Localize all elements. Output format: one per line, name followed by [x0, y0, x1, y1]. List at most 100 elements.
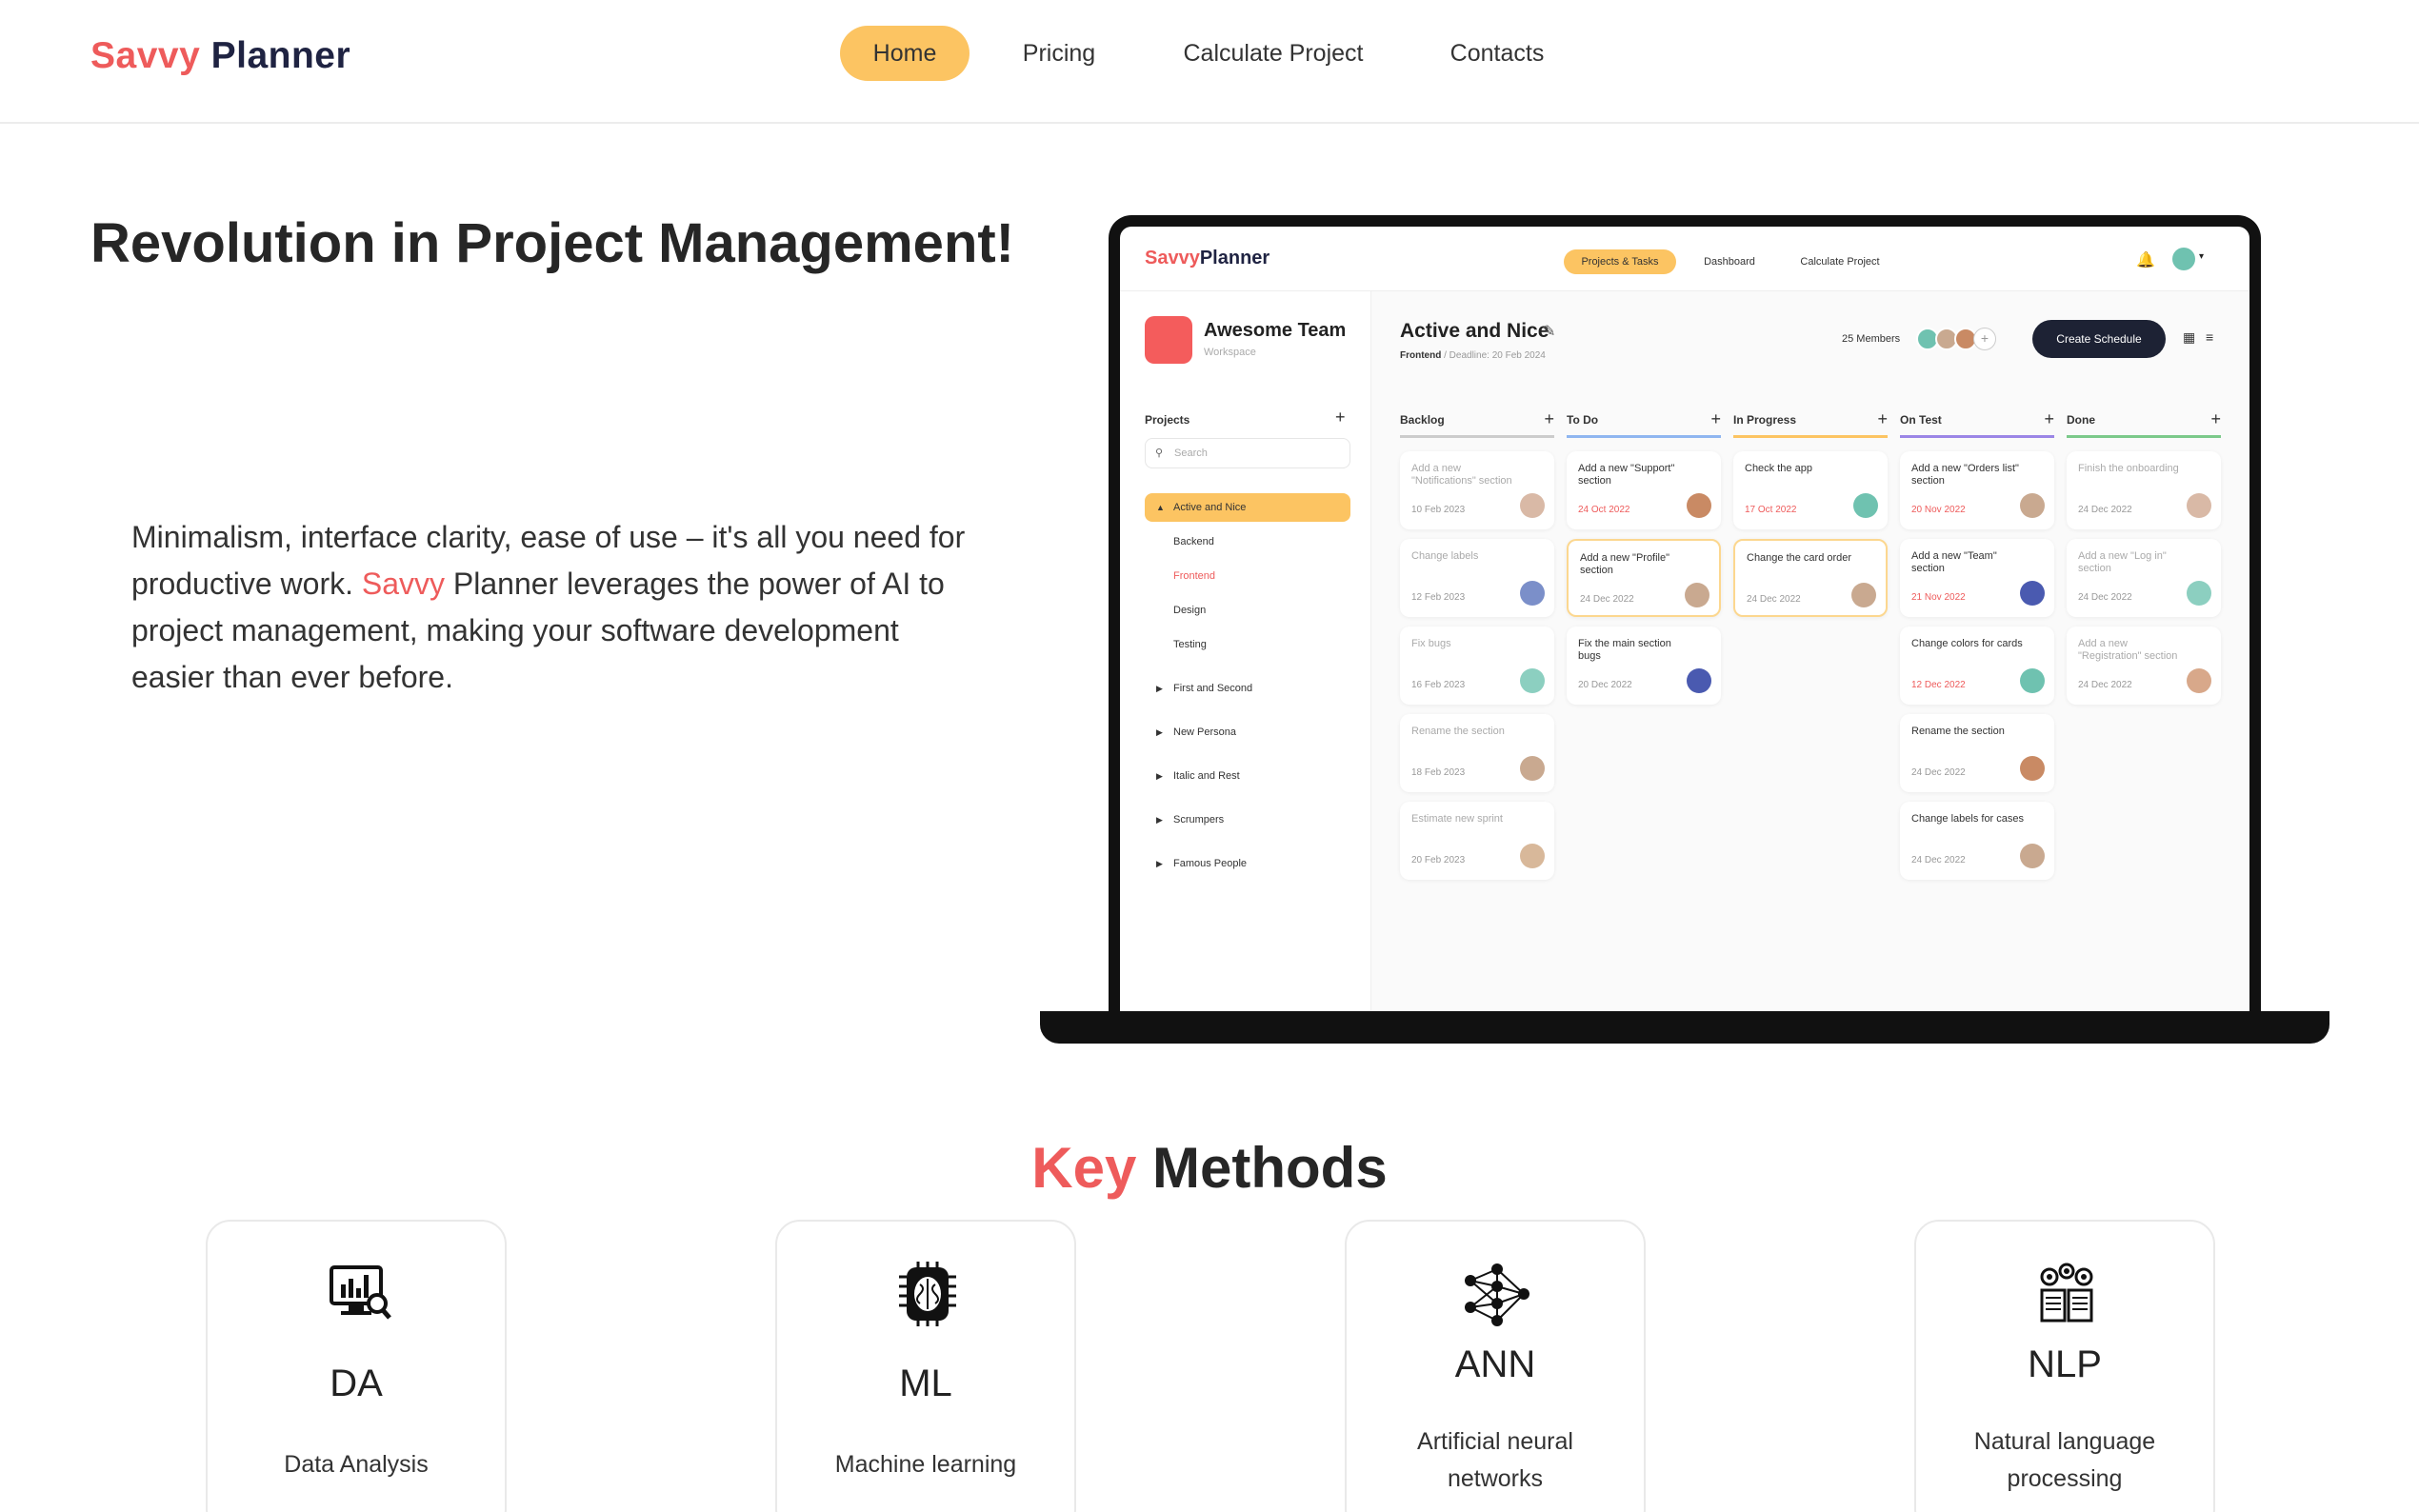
sidebar-item-italic-and-rest[interactable]: ▶ Italic and Rest	[1145, 762, 1350, 790]
task-title: Check the app	[1745, 463, 1812, 474]
board-title: Active and Nice	[1400, 320, 1549, 342]
method-card-ml[interactable]: ML Machine learning	[775, 1220, 1076, 1512]
pencil-icon[interactable]: ✎	[1543, 322, 1555, 341]
sidebar-search-input[interactable]: ⚲ Search	[1145, 438, 1350, 468]
assignee-avatar	[1685, 583, 1709, 607]
task-date: 20 Dec 2022	[1578, 680, 1632, 690]
task-card[interactable]: Add a new "Team" section 21 Nov 2022	[1900, 539, 2054, 617]
projects-heading: Projects	[1145, 413, 1190, 427]
app-nav-calculate[interactable]: Calculate Project	[1787, 249, 1893, 274]
nav-contacts[interactable]: Contacts	[1430, 26, 1564, 81]
task-card[interactable]: Fix the main section bugs 20 Dec 2022	[1567, 627, 1721, 705]
method-card-nlp[interactable]: NLP Natural language processing	[1914, 1220, 2215, 1512]
task-card[interactable]: Add a new "Registration" section 24 Dec 2…	[2067, 627, 2221, 705]
create-schedule-button[interactable]: Create Schedule	[2032, 320, 2166, 358]
column-header: On Test +	[1900, 409, 2054, 438]
sidebar-item-design[interactable]: Design	[1145, 596, 1350, 625]
add-card-icon[interactable]: +	[1544, 409, 1554, 429]
task-card[interactable]: Rename the section 24 Dec 2022	[1900, 714, 2054, 792]
task-card[interactable]: Fix bugs 16 Feb 2023	[1400, 627, 1554, 705]
sidebar-item-scrumpers[interactable]: ▶ Scrumpers	[1145, 806, 1350, 834]
nav-calculate-project[interactable]: Calculate Project	[1164, 26, 1383, 81]
assignee-avatar	[2187, 668, 2211, 693]
sidebar-item-first-and-second[interactable]: ▶ First and Second	[1145, 674, 1350, 703]
task-card[interactable]: Check the app 17 Oct 2022	[1733, 451, 1888, 529]
task-card[interactable]: Add a new "Support" section 24 Oct 2022	[1567, 451, 1721, 529]
assignee-avatar	[2020, 493, 2045, 518]
task-date: 10 Feb 2023	[1411, 505, 1466, 515]
hero-text-accent: Savvy	[361, 567, 446, 601]
task-date: 24 Dec 2022	[1911, 767, 1966, 778]
method-name: Machine learning	[834, 1451, 1017, 1478]
caret-right-icon: ▶	[1156, 815, 1163, 825]
method-card-ann[interactable]: ANN Artificial neural networks	[1345, 1220, 1646, 1512]
add-card-icon[interactable]: +	[2044, 409, 2054, 429]
task-date: 12 Feb 2023	[1411, 592, 1466, 603]
sidebar-item-testing[interactable]: Testing	[1145, 630, 1350, 659]
method-abbr: ANN	[1454, 1343, 1536, 1385]
sidebar-item-famous-people[interactable]: ▶ Famous People	[1145, 849, 1350, 878]
add-member-icon[interactable]: +	[1973, 328, 1996, 350]
task-date: 24 Oct 2022	[1578, 505, 1630, 515]
assignee-avatar	[1520, 581, 1545, 606]
add-project-icon[interactable]: +	[1335, 408, 1346, 428]
add-card-icon[interactable]: +	[2210, 409, 2221, 429]
task-card[interactable]: Add a new "Orders list" section 20 Nov 20…	[1900, 451, 2054, 529]
column-header: In Progress +	[1733, 409, 1888, 438]
book-gears-icon	[2040, 1263, 2093, 1323]
task-card[interactable]: Add a new "Profile" section 24 Dec 2022	[1567, 539, 1721, 617]
task-card[interactable]: Change labels for cases 24 Dec 2022	[1900, 802, 2054, 880]
task-card[interactable]: Finish the onboarding 24 Dec 2022	[2067, 451, 2221, 529]
key-methods-title: Key Methods	[0, 1135, 2419, 1201]
bell-icon[interactable]: 🔔	[2136, 250, 2155, 269]
sidebar-item-backend[interactable]: Backend	[1145, 527, 1350, 556]
task-date: 12 Dec 2022	[1911, 680, 1966, 690]
chevron-down-icon[interactable]: ▾	[2199, 251, 2204, 262]
task-card[interactable]: Change colors for cards 12 Dec 2022	[1900, 627, 2054, 705]
caret-right-icon: ▶	[1156, 771, 1163, 781]
kanban-column: In Progress + Check the app 17 Oct 2022 Chan…	[1733, 409, 1888, 617]
column-header: Backlog +	[1400, 409, 1554, 438]
task-card[interactable]: Add a new "Notifications" section 10 Feb …	[1400, 451, 1554, 529]
hero-description: Minimalism, interface clarity, ease of u…	[131, 514, 970, 701]
method-card-da[interactable]: DA Data Analysis	[206, 1220, 507, 1512]
task-card[interactable]: Estimate new sprint 20 Feb 2023	[1400, 802, 1554, 880]
task-card[interactable]: Rename the section 18 Feb 2023	[1400, 714, 1554, 792]
caret-up-icon: ▲	[1156, 503, 1165, 512]
add-card-icon[interactable]: +	[1877, 409, 1888, 429]
app-screen: SavvyPlanner Projects & Tasks Dashboard …	[1120, 227, 2249, 1013]
sidebar-item-new-persona[interactable]: ▶ New Persona	[1145, 718, 1350, 746]
filter-icon[interactable]: ≡	[2206, 329, 2213, 345]
task-title: Fix bugs	[1411, 638, 1451, 649]
nav-home[interactable]: Home	[840, 26, 970, 81]
grid-view-icon[interactable]: ▦	[2183, 329, 2195, 346]
method-abbr: DA	[330, 1363, 383, 1404]
task-title: Add a new "Orders list" section	[1911, 463, 2019, 487]
key-methods-rest: Methods	[1136, 1136, 1388, 1200]
method-name: Natural language processing	[1973, 1428, 2156, 1492]
app-nav-projects[interactable]: Projects & Tasks	[1564, 249, 1676, 274]
user-avatar[interactable]	[2172, 248, 2195, 270]
brand-logo[interactable]: Savvy Planner	[90, 35, 350, 77]
task-card[interactable]: Change labels 12 Feb 2023	[1400, 539, 1554, 617]
task-title: Add a new "Registration" section	[2078, 638, 2178, 662]
column-title: On Test	[1900, 413, 1942, 427]
column-title: In Progress	[1733, 413, 1797, 427]
sidebar-item-label: Famous People	[1173, 858, 1248, 869]
task-card[interactable]: Add a new "Log in" section 24 Dec 2022	[2067, 539, 2221, 617]
column-title: To Do	[1567, 413, 1599, 427]
sidebar-item-frontend[interactable]: Frontend	[1145, 562, 1350, 590]
app-header: SavvyPlanner Projects & Tasks Dashboard …	[1120, 227, 2249, 291]
board-sub-label: Frontend	[1400, 350, 1442, 361]
task-card[interactable]: Change the card order 24 Dec 2022	[1733, 539, 1888, 617]
app-nav-dashboard[interactable]: Dashboard	[1691, 249, 1768, 274]
nav-pricing[interactable]: Pricing	[1002, 26, 1116, 81]
task-date: 24 Dec 2022	[1747, 594, 1801, 605]
sidebar-item-active-and-nice[interactable]: ▲ Active and Nice	[1145, 493, 1350, 522]
key-methods-accent: Key	[1031, 1136, 1137, 1200]
add-card-icon[interactable]: +	[1710, 409, 1721, 429]
caret-right-icon: ▶	[1156, 684, 1163, 693]
task-title: Add a new "Notifications" section	[1411, 463, 1512, 487]
task-date: 24 Dec 2022	[2078, 505, 2132, 515]
method-name: Data Analysis	[284, 1451, 429, 1478]
